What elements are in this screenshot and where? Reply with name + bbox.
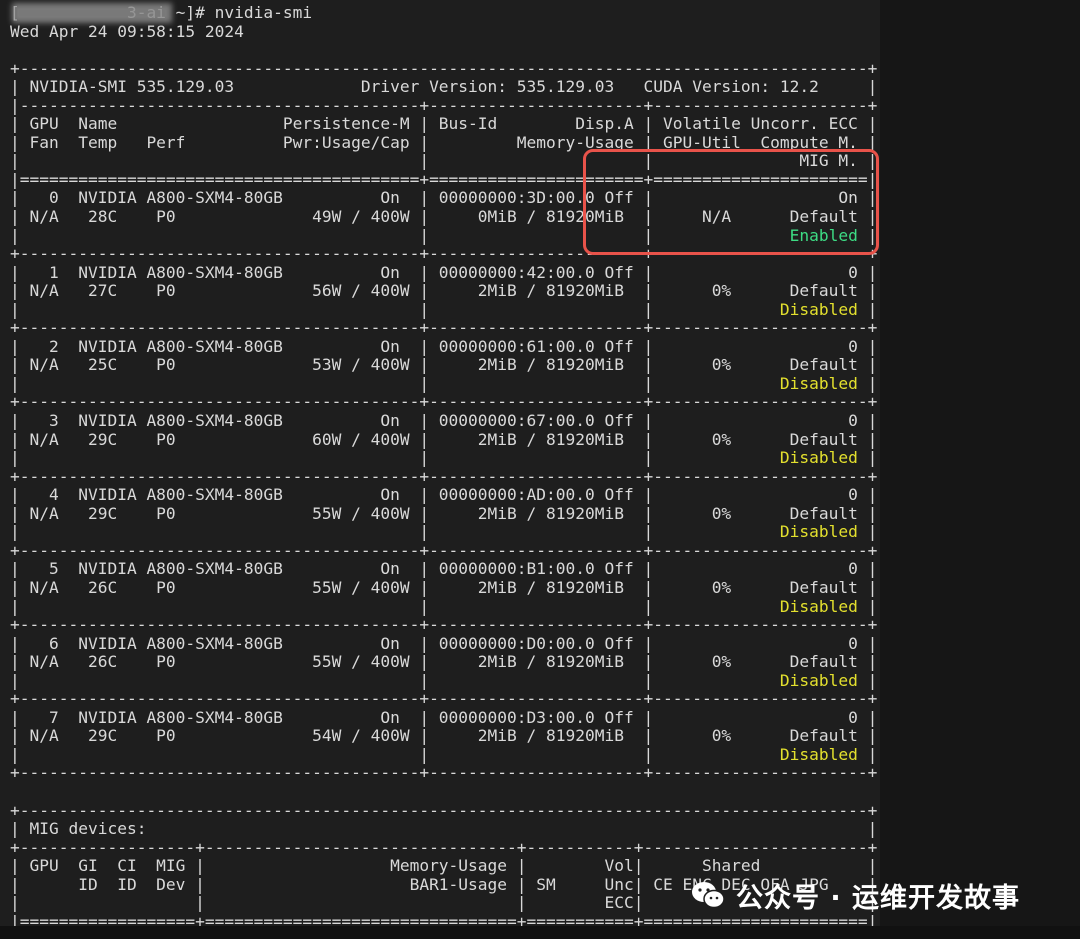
status-disabled: Disabled — [779, 744, 858, 764]
date-line: Wed Apr 24 09:58:15 2024 — [10, 21, 244, 41]
terminal-line: +---------------------------------------… — [10, 763, 878, 783]
terminal-background-edge — [880, 0, 1080, 939]
terminal-output: [ 3-ai ~]# nvidia-smiWed Apr 24 09:58:15… — [10, 3, 878, 939]
terminal-line: | | | Disabled | — [10, 448, 878, 468]
status-disabled: Disabled — [779, 670, 858, 690]
terminal-line: +---------------------------------------… — [10, 615, 878, 635]
mig-mode-highlight-box — [583, 149, 879, 255]
terminal-line: +------------------+--------------------… — [10, 837, 878, 857]
terminal-line: | | | Disabled | — [10, 596, 878, 616]
terminal-line: | 3 NVIDIA A800-SXM4-80GB On | 00000000:… — [10, 411, 878, 431]
terminal-line: | 4 NVIDIA A800-SXM4-80GB On | 00000000:… — [10, 485, 878, 505]
watermark-text: 公众号 · 运维开发故事 — [736, 882, 1021, 914]
terminal-line: +---------------------------------------… — [10, 392, 878, 412]
terminal-line: +---------------------------------------… — [10, 466, 878, 486]
terminal-line: | N/A 29C P0 60W / 400W | 2MiB / 81920Mi… — [10, 429, 878, 449]
status-disabled: Disabled — [779, 299, 858, 319]
terminal-line: | GPU GI CI MIG | Memory-Usage | Vol| Sh… — [10, 856, 878, 876]
terminal-line: +---------------------------------------… — [10, 318, 878, 338]
terminal-line: | 7 NVIDIA A800-SXM4-80GB On | 00000000:… — [10, 707, 878, 727]
terminal-line: | N/A 26C P0 55W / 400W | 2MiB / 81920Mi… — [10, 577, 878, 597]
terminal-line: | NVIDIA-SMI 535.129.03 Driver Version: … — [10, 77, 878, 97]
terminal-line: | 1 NVIDIA A800-SXM4-80GB On | 00000000:… — [10, 262, 878, 282]
redacted-hostname — [12, 3, 172, 23]
terminal-line: +---------------------------------------… — [10, 800, 878, 820]
terminal-line: | N/A 29C P0 54W / 400W | 2MiB / 81920Mi… — [10, 726, 878, 746]
terminal-line: | 5 NVIDIA A800-SXM4-80GB On | 00000000:… — [10, 559, 878, 579]
terminal-line: | MIG devices: | — [10, 819, 878, 839]
terminal-window[interactable]: [ 3-ai ~]# nvidia-smiWed Apr 24 09:58:15… — [0, 0, 1080, 939]
terminal-line: | N/A 26C P0 55W / 400W | 2MiB / 81920Mi… — [10, 652, 878, 672]
terminal-line: | 2 NVIDIA A800-SXM4-80GB On | 00000000:… — [10, 336, 878, 356]
terminal-line: | | | Disabled | — [10, 299, 878, 319]
terminal-line: | GPU Name Persistence-M | Bus-Id Disp.A… — [10, 114, 878, 134]
terminal-line: | N/A 27C P0 56W / 400W | 2MiB / 81920Mi… — [10, 281, 878, 301]
terminal-line: +---------------------------------------… — [10, 689, 878, 709]
terminal-line: | 6 NVIDIA A800-SXM4-80GB On | 00000000:… — [10, 633, 878, 653]
status-disabled: Disabled — [779, 522, 858, 542]
status-disabled: Disabled — [779, 373, 858, 393]
status-disabled: Disabled — [779, 448, 858, 468]
terminal-line: | | | Disabled | — [10, 522, 878, 542]
terminal-line: +---------------------------------------… — [10, 58, 878, 78]
terminal-line: +---------------------------------------… — [10, 540, 878, 560]
terminal-line: | N/A 29C P0 55W / 400W | 2MiB / 81920Mi… — [10, 503, 878, 523]
terminal-line: | | | Disabled | — [10, 744, 878, 764]
status-disabled: Disabled — [779, 596, 858, 616]
terminal-line: | N/A 25C P0 53W / 400W | 2MiB / 81920Mi… — [10, 355, 878, 375]
terminal-line: | | | Disabled | — [10, 670, 878, 690]
terminal-line: |---------------------------------------… — [10, 95, 878, 115]
wechat-icon — [692, 882, 725, 909]
watermark: 公众号 · 运维开发故事 — [690, 875, 1020, 915]
bottom-edge — [0, 926, 1080, 939]
terminal-line: | | | Disabled | — [10, 373, 878, 393]
